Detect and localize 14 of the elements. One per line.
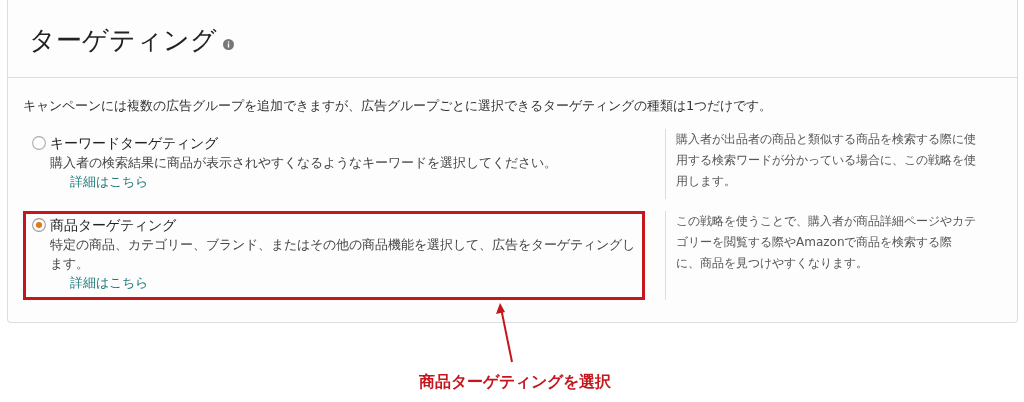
panel-title: ターゲティング [29,24,217,57]
option-label[interactable]: キーワードターゲティング [50,133,218,153]
info-icon[interactable] [223,39,234,50]
intro-text: キャンペーンには複数の広告グループを追加できますが、広告グループごとに選択できるターゲティングの種類は1つだけです。 [23,98,774,115]
radio-button[interactable] [32,217,46,232]
option-label[interactable]: 商品ターゲティング [50,215,176,235]
option-description: 特定の商品、カテゴリー、ブランド、またはその他の商品機能を選択して、広告をターゲティングします。 [50,235,636,273]
radio-button[interactable] [32,135,46,150]
annotation-label: 商品ターゲティングを選択 [418,372,612,393]
option-description: 購入者の検索結果に商品が表示されやすくなるようなキーワードを選択してください。 [50,153,557,172]
details-link[interactable]: 詳細はこちら [70,272,148,293]
details-link[interactable]: 詳細はこちら [70,171,148,192]
help-text: この戦略を使うことで、購入者が商品詳細ページやカテゴリーを閲覧する際やAmazonで商品を検索する際に、商品を見つけやすくなります。 [665,210,976,300]
help-text: 購入者が出品者の商品と類似する商品を検索する際に使用する検索ワードが分かっている場合に、この戦略を使用します。 [665,128,976,199]
